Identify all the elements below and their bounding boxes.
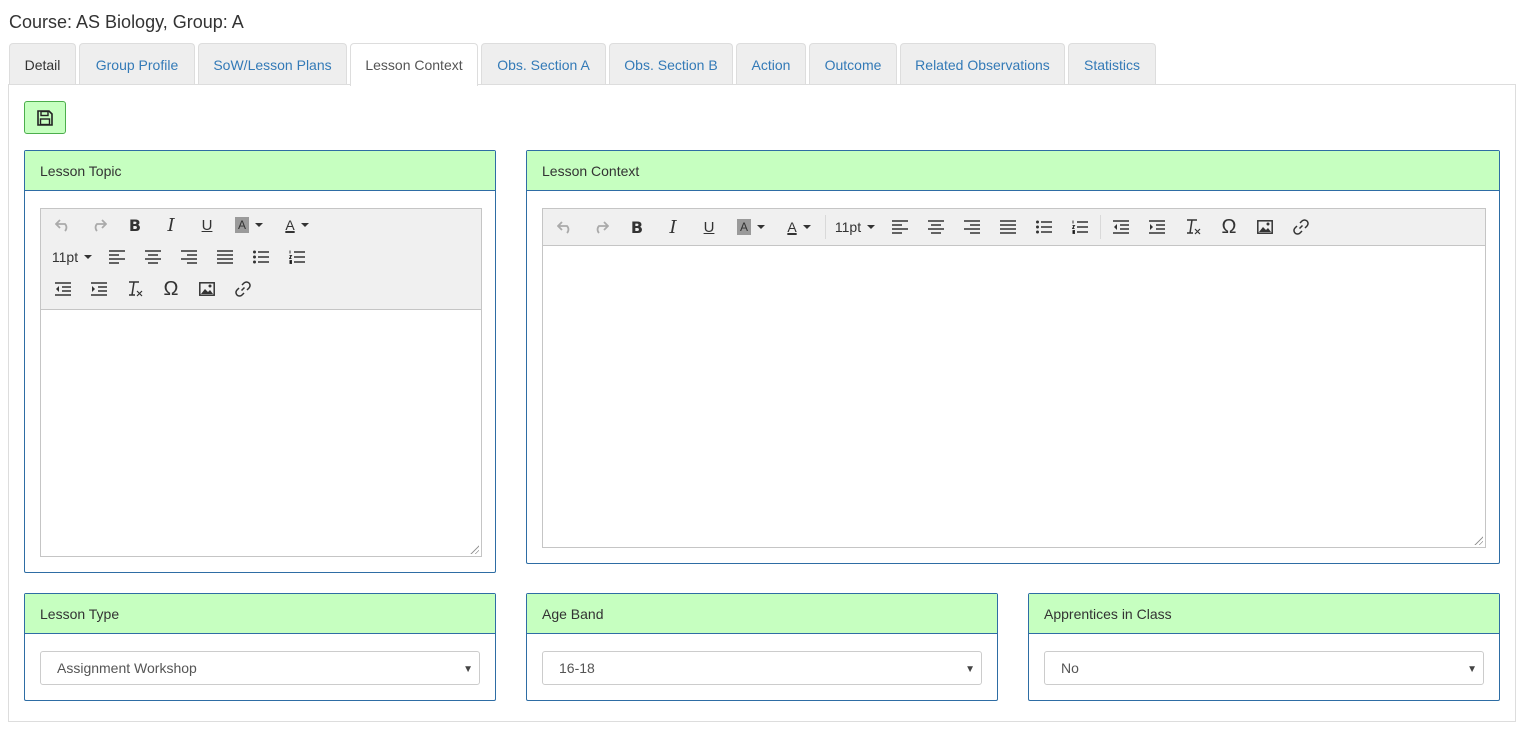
font-size-select[interactable]: 11pt [828,213,882,241]
lesson-topic-title: Lesson Topic [25,151,495,191]
age-band-panel: Age Band 16-18 ▼ [526,593,998,701]
chevron-down-icon: ▼ [965,664,975,675]
align-center-icon[interactable] [135,243,171,271]
tab-outcome[interactable]: Outcome [809,43,897,85]
tab-detail[interactable]: Detail [9,43,76,85]
toolbar-divider [1100,215,1101,239]
chevron-down-icon [255,223,263,227]
chevron-down-icon [84,255,93,259]
save-button[interactable] [24,101,66,134]
lesson-type-panel: Lesson Type Assignment Workshop ▼ [24,593,496,701]
lesson-type-title: Lesson Type [25,594,495,634]
numbered-list-icon[interactable] [279,243,315,271]
text-color-button[interactable]: A [273,211,321,239]
age-band-select[interactable]: 16-18 ▼ [542,651,982,685]
align-left-icon[interactable] [882,213,918,241]
lesson-type-select[interactable]: Assignment Workshop ▼ [40,651,480,685]
tab-obs-section-b[interactable]: Obs. Section B [609,43,733,85]
bold-button[interactable]: B [619,213,655,241]
chevron-down-icon: ▼ [463,664,473,675]
outdent-icon[interactable] [1103,213,1139,241]
clear-formatting-icon[interactable] [117,275,153,303]
font-size-select[interactable]: 11pt [45,243,99,271]
course-title: Course: AS Biology, Group: A [9,12,244,32]
align-justify-icon[interactable] [207,243,243,271]
bullet-list-icon[interactable] [1026,213,1062,241]
redo-icon[interactable] [583,213,619,241]
link-icon[interactable] [1283,213,1319,241]
tab-group-profile[interactable]: Group Profile [79,43,195,85]
numbered-list-icon[interactable] [1062,213,1098,241]
align-justify-icon[interactable] [990,213,1026,241]
indent-icon[interactable] [81,275,117,303]
lesson-context-title: Lesson Context [527,151,1499,191]
underline-button[interactable]: U [691,213,727,241]
bold-button[interactable]: B [117,211,153,239]
apprentices-select[interactable]: No ▼ [1044,651,1484,685]
align-right-icon[interactable] [954,213,990,241]
text-color-button[interactable]: A [775,213,823,241]
undo-icon[interactable] [45,211,81,239]
lesson-topic-panel: Lesson Topic B I U A A 11pt Ω [24,150,496,573]
tab-sow-lesson-plans[interactable]: SoW/Lesson Plans [198,43,347,85]
lesson-context-toolbar: B I U A A 11pt Ω [543,209,1485,246]
clear-formatting-icon[interactable] [1175,213,1211,241]
lesson-context-panel: Lesson Context B I U A A 11pt Ω [526,150,1500,564]
chevron-down-icon [802,225,811,229]
outdent-icon[interactable] [45,275,81,303]
lesson-topic-toolbar: B I U A A 11pt Ω [41,209,481,310]
chevron-down-icon: ▼ [1467,664,1477,675]
floppy-disk-icon [36,109,54,127]
lesson-topic-text-area[interactable] [41,310,481,556]
undo-icon[interactable] [547,213,583,241]
tab-bar: Detail Group Profile SoW/Lesson Plans Le… [9,43,1159,86]
italic-button[interactable]: I [655,213,691,241]
lesson-context-editor[interactable]: B I U A A 11pt Ω [542,208,1486,548]
resize-handle[interactable] [469,544,479,554]
chevron-down-icon [867,225,876,229]
tab-lesson-context[interactable]: Lesson Context [350,43,478,86]
link-icon[interactable] [225,275,261,303]
align-left-icon[interactable] [99,243,135,271]
redo-icon[interactable] [81,211,117,239]
toolbar-divider [825,215,826,239]
background-color-button[interactable]: A [727,213,775,241]
chevron-down-icon [757,225,765,229]
resize-handle[interactable] [1473,535,1483,545]
image-icon[interactable] [189,275,225,303]
background-color-button[interactable]: A [225,211,273,239]
underline-button[interactable]: U [189,211,225,239]
special-character-icon[interactable]: Ω [153,275,189,303]
italic-button[interactable]: I [153,211,189,239]
lesson-context-text-area[interactable] [543,246,1485,547]
align-center-icon[interactable] [918,213,954,241]
age-band-title: Age Band [527,594,997,634]
chevron-down-icon [300,223,309,227]
tab-related-observations[interactable]: Related Observations [900,43,1065,85]
lesson-topic-editor[interactable]: B I U A A 11pt Ω [40,208,482,557]
apprentices-title: Apprentices in Class [1029,594,1499,634]
special-character-icon[interactable]: Ω [1211,213,1247,241]
tab-obs-section-a[interactable]: Obs. Section A [481,43,606,85]
bullet-list-icon[interactable] [243,243,279,271]
tab-statistics[interactable]: Statistics [1068,43,1156,85]
tab-action[interactable]: Action [736,43,806,85]
image-icon[interactable] [1247,213,1283,241]
align-right-icon[interactable] [171,243,207,271]
apprentices-panel: Apprentices in Class No ▼ [1028,593,1500,701]
indent-icon[interactable] [1139,213,1175,241]
